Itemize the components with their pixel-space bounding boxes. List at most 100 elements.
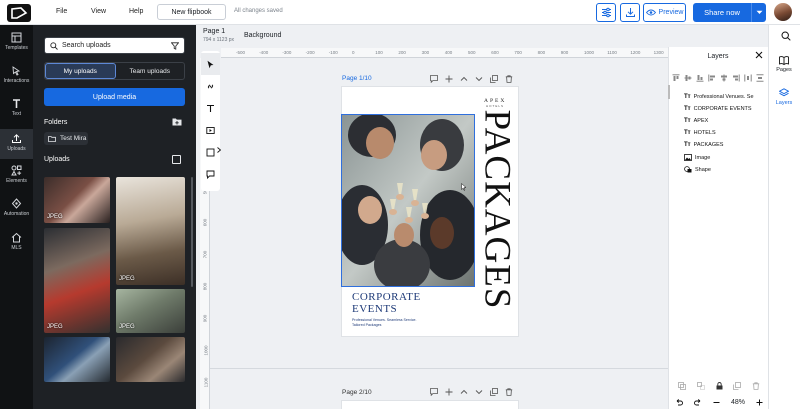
tab-my-uploads[interactable]: My uploads (45, 63, 116, 79)
zoom-in-button[interactable] (756, 399, 763, 406)
distribute-horizontal-icon[interactable] (744, 73, 753, 82)
copy-icon[interactable] (733, 382, 742, 390)
select-all-checkbox[interactable] (172, 155, 181, 164)
menu-help[interactable]: Help (129, 8, 143, 15)
rail-item-uploads[interactable]: Uploads (0, 129, 33, 159)
layer-item[interactable]: Image (684, 154, 710, 161)
trash-icon[interactable] (752, 382, 760, 390)
trash-icon[interactable] (504, 387, 514, 397)
user-avatar[interactable] (774, 3, 792, 21)
layer-item[interactable]: Tт APEX (684, 118, 708, 124)
tab-team-uploads[interactable]: Team uploads (116, 63, 185, 79)
chevron-up-icon[interactable] (459, 74, 469, 84)
upload-thumbnail[interactable]: JPEG (44, 228, 110, 333)
search-uploads-input[interactable]: Search uploads (44, 37, 185, 54)
chevron-right-icon[interactable] (217, 147, 221, 153)
link-tool[interactable] (201, 75, 220, 97)
text-icon (11, 98, 22, 109)
download-icon (625, 7, 636, 18)
design-title-line-1[interactable]: CORPORATE (352, 291, 421, 303)
lock-icon[interactable] (716, 382, 723, 390)
vertical-title[interactable]: PACKAGES (477, 110, 518, 310)
text-layer-icon: Tт (684, 118, 691, 124)
rail-item-elements[interactable]: Elements (0, 165, 33, 195)
align-middle-icon[interactable] (683, 73, 692, 82)
undo-icon[interactable] (675, 398, 683, 406)
filter-icon[interactable] (171, 41, 179, 50)
menu-view[interactable]: View (91, 8, 106, 15)
page-canvas[interactable] (342, 401, 518, 409)
search-icon[interactable] (781, 31, 791, 41)
share-now-button[interactable]: Share now (693, 3, 766, 22)
comment-icon[interactable] (429, 74, 439, 84)
align-center-icon[interactable] (720, 73, 729, 82)
zoom-out-button[interactable] (713, 399, 720, 406)
layer-item[interactable]: Tт PACKAGES (684, 142, 723, 148)
align-bottom-icon[interactable] (695, 73, 704, 82)
right-rail-layers[interactable]: Layers (768, 88, 800, 106)
trash-icon[interactable] (504, 74, 514, 84)
upload-thumbnail[interactable]: JPEG (116, 289, 185, 333)
preview-label: Preview (658, 9, 684, 16)
add-page-icon[interactable] (444, 74, 454, 84)
group-icon[interactable] (678, 382, 686, 390)
ungroup-icon[interactable] (696, 382, 705, 390)
upload-thumbnail[interactable]: JPEG (44, 177, 110, 223)
text-tool[interactable] (201, 97, 220, 119)
chevron-down-icon[interactable] (751, 3, 766, 22)
duplicate-icon[interactable] (489, 74, 499, 84)
upload-media-button[interactable]: Upload media (44, 88, 185, 106)
ruler-tick-label: 800 (537, 50, 546, 55)
layer-item[interactable]: Shape (684, 166, 711, 173)
chevron-down-icon[interactable] (474, 387, 484, 397)
close-icon[interactable] (755, 51, 763, 59)
layers-scrollbar[interactable] (668, 85, 670, 99)
layer-item[interactable]: Tт HOTELS (684, 130, 716, 136)
media-tool[interactable] (201, 119, 220, 141)
add-page-icon[interactable] (444, 387, 454, 397)
rail-item-text[interactable]: Text (0, 98, 33, 128)
folder-name: Test Mira (60, 135, 87, 142)
app-logo[interactable] (7, 4, 31, 22)
preview-button[interactable]: Preview (643, 3, 686, 22)
layer-item[interactable]: Tт CORPORATE EVENTS (684, 106, 752, 112)
chevron-down-icon[interactable] (474, 74, 484, 84)
select-tool[interactable] (201, 53, 220, 75)
align-top-icon[interactable] (671, 73, 680, 82)
upload-thumbnail[interactable]: JPEG (116, 177, 185, 285)
align-right-icon[interactable] (732, 73, 741, 82)
redo-icon[interactable] (694, 398, 702, 406)
folder-item[interactable]: Test Mira (44, 132, 88, 145)
new-flipbook-button[interactable]: New flipbook (157, 4, 226, 20)
add-folder-icon[interactable] (172, 118, 182, 126)
rail-item-automation[interactable]: Automation (0, 198, 33, 228)
interactions-icon (11, 65, 22, 76)
layer-name: PACKAGES (693, 142, 724, 148)
align-left-icon[interactable] (707, 73, 716, 82)
right-rail-pages[interactable]: Pages (768, 56, 800, 73)
background-button[interactable]: Background (244, 32, 281, 39)
design-tagline-1[interactable]: Professional Venues. Seamless Service. (352, 318, 417, 322)
ruler-tick-label: 1100 (607, 50, 617, 55)
panel-scrollbar[interactable] (191, 177, 193, 287)
chevron-up-icon[interactable] (459, 387, 469, 397)
rail-item-interactions[interactable]: Interactions (0, 65, 33, 95)
link-icon (206, 82, 215, 91)
adjust-settings-button[interactable] (596, 3, 616, 22)
zoom-level[interactable]: 48% (731, 399, 745, 406)
layer-item[interactable]: Tт Professional Venues. Se (684, 94, 754, 100)
download-button[interactable] (620, 3, 640, 22)
design-title-line-2[interactable]: EVENTS (352, 303, 397, 315)
design-tagline-2[interactable]: Tailored Packages (352, 323, 381, 327)
distribute-vertical-icon[interactable] (756, 73, 765, 82)
rail-item-templates[interactable]: Templates (0, 32, 33, 62)
brand-subtitle[interactable]: HOTELS (484, 104, 506, 108)
rail-item-mls[interactable]: MLS (0, 232, 33, 262)
upload-thumbnail[interactable] (116, 337, 185, 382)
menu-file[interactable]: File (56, 8, 67, 15)
design-image[interactable] (341, 114, 475, 287)
comment-tool[interactable] (201, 163, 220, 185)
upload-thumbnail[interactable] (44, 337, 110, 382)
comment-icon[interactable] (429, 387, 439, 397)
duplicate-icon[interactable] (489, 387, 499, 397)
